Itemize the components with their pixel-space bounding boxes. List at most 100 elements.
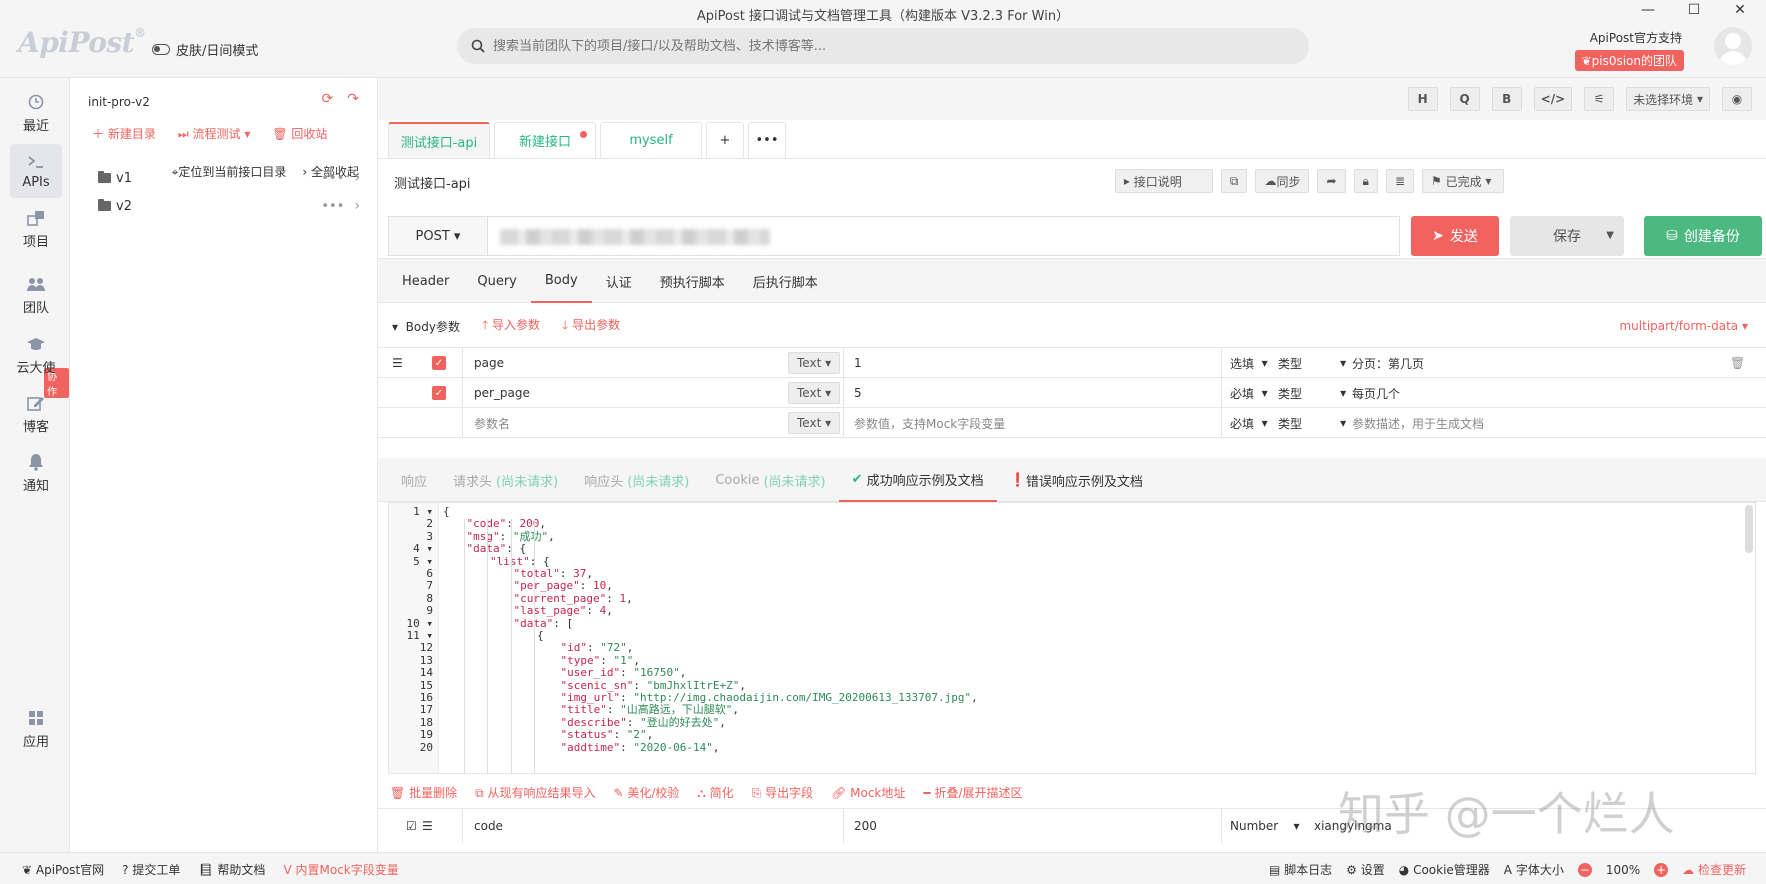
- tab-query[interactable]: Query: [463, 259, 531, 303]
- import-from-result-button[interactable]: ⧉ 从现有响应结果导入: [475, 784, 595, 801]
- import-params-button[interactable]: 🡑 导入参数: [482, 316, 540, 337]
- environment-select[interactable]: 未选择环境 ▾: [1626, 87, 1710, 111]
- global-search[interactable]: [457, 28, 1309, 64]
- simplify-button[interactable]: ⛬ 简化: [697, 784, 733, 801]
- param-desc[interactable]: 参数描述，用于生成文档: [1352, 408, 1484, 438]
- minimize-button[interactable]: —: [1636, 2, 1660, 18]
- param-desc[interactable]: 每页几个: [1352, 378, 1400, 408]
- row-checkbox[interactable]: ☑: [406, 809, 417, 843]
- share-icon[interactable]: ➦: [1317, 169, 1346, 193]
- apipost-site-link[interactable]: ❦ ApiPost官网: [22, 861, 104, 878]
- field-type-select[interactable]: 类型 ▾: [1278, 408, 1346, 438]
- tab-error-example[interactable]: ❗ 错误响应示例及文档: [997, 458, 1156, 502]
- nav-notify[interactable]: 通知: [10, 446, 62, 500]
- cookie-manager-button[interactable]: ◕ Cookie管理器: [1399, 861, 1490, 878]
- tab-success-example[interactable]: ✔ 成功响应示例及文档: [838, 458, 997, 502]
- row-checkbox[interactable]: ✓: [432, 348, 446, 378]
- code-editor[interactable]: 1 ▾ 2 3 4 ▾ 5 ▾ 6 7 8 9 10 ▾ 11 ▾ 12 13 14 15…: [388, 502, 1756, 774]
- tab-pre-script[interactable]: 预执行脚本: [646, 259, 739, 303]
- code-button[interactable]: </>: [1533, 87, 1573, 111]
- backup-button[interactable]: ⛁ 创建备份: [1644, 216, 1762, 256]
- folder-v2[interactable]: v2 ••• ›: [98, 198, 360, 214]
- sliders-icon[interactable]: ⚟: [1584, 87, 1615, 111]
- lock-icon[interactable]: 🔒︎: [1353, 169, 1378, 193]
- flow-test-button[interactable]: ⏭ 流程测试 ▾: [178, 125, 251, 142]
- tab-post-script[interactable]: 后执行脚本: [739, 259, 832, 303]
- nav-blog[interactable]: 博客: [10, 387, 62, 441]
- trash-icon[interactable]: 🗑: [1730, 348, 1745, 378]
- help-docs-link[interactable]: 📘︎ 帮助文档: [198, 861, 265, 878]
- required-select[interactable]: 必填 ▾: [1230, 408, 1268, 438]
- submit-ticket-link[interactable]: ? 提交工单: [122, 861, 180, 878]
- mock-vars-link[interactable]: V 内置Mock字段变量: [283, 861, 398, 878]
- content-type-select[interactable]: multipart/form-data ▾: [1619, 319, 1748, 333]
- bold-button[interactable]: B: [1491, 87, 1522, 111]
- refresh-icon[interactable]: ⟳: [322, 91, 334, 107]
- tab-header[interactable]: Header: [388, 259, 463, 303]
- folder-v1[interactable]: v1 ••• ›: [98, 170, 360, 186]
- beautify-button[interactable]: ✎ 美化/校验: [613, 784, 679, 801]
- param-type-select[interactable]: Text ▾: [788, 352, 841, 374]
- field-type-select[interactable]: Number ▾: [1230, 809, 1300, 843]
- more-icon[interactable]: •••: [321, 199, 344, 214]
- nav-ambassador[interactable]: 云大使: [10, 328, 62, 382]
- settings-button[interactable]: ⚙ 设置: [1346, 861, 1385, 878]
- team-badge[interactable]: ❦pis0sion的团队: [1574, 50, 1684, 71]
- field-name[interactable]: code: [474, 809, 503, 843]
- maximize-button[interactable]: ☐: [1682, 2, 1706, 18]
- copy-icon[interactable]: ⧉: [1220, 169, 1248, 193]
- field-type-select[interactable]: 类型 ▾: [1278, 378, 1346, 408]
- database-icon[interactable]: ≣: [1385, 169, 1414, 193]
- zoom-in-button[interactable]: +: [1654, 862, 1669, 877]
- official-support-link[interactable]: ApiPost官方支持: [1590, 29, 1682, 46]
- tab-response[interactable]: 响应: [388, 458, 440, 502]
- tab-response-headers[interactable]: 响应头 (尚未请求): [571, 458, 702, 502]
- nav-team[interactable]: 团队: [10, 268, 62, 322]
- chevron-down-icon[interactable]: ▼: [1606, 230, 1614, 241]
- row-checkbox[interactable]: ✓: [432, 378, 446, 408]
- nav-apps[interactable]: 应用: [10, 702, 62, 756]
- script-log-button[interactable]: ▤ 脚本日志: [1269, 861, 1332, 878]
- param-desc[interactable]: 分页：第几页: [1352, 348, 1424, 378]
- param-name[interactable]: page: [474, 348, 504, 378]
- param-type-select[interactable]: Text ▾: [788, 382, 841, 404]
- tab-request-headers[interactable]: 请求头 (尚未请求): [440, 458, 571, 502]
- param-name[interactable]: per_page: [474, 378, 530, 408]
- check-update-button[interactable]: ☁ 检查更新: [1682, 861, 1746, 878]
- api-desc-button[interactable]: ▸ 接口说明: [1114, 169, 1213, 193]
- tab-test-api[interactable]: 测试接口-api: [388, 122, 490, 158]
- avatar[interactable]: [1714, 27, 1752, 65]
- search-input[interactable]: [493, 38, 1309, 54]
- required-select[interactable]: 选填 ▾: [1230, 348, 1268, 378]
- required-select[interactable]: 必填 ▾: [1230, 378, 1268, 408]
- nav-apis[interactable]: APIs: [10, 144, 62, 198]
- param-value[interactable]: 1: [854, 348, 862, 378]
- nav-recent[interactable]: 最近: [10, 86, 62, 140]
- zoom-out-button[interactable]: −: [1577, 862, 1592, 877]
- send-button[interactable]: ➤ 发送: [1411, 216, 1499, 256]
- save-button[interactable]: 保存 ▼: [1510, 216, 1624, 256]
- scrollbar[interactable]: [1745, 505, 1753, 553]
- url-input[interactable]: [488, 216, 1400, 256]
- param-value[interactable]: 5: [854, 378, 862, 408]
- close-button[interactable]: ✕: [1728, 2, 1752, 18]
- field-type-select[interactable]: 类型 ▾: [1278, 348, 1346, 378]
- quote-button[interactable]: Q: [1449, 87, 1480, 111]
- theme-toggle[interactable]: 皮肤/日间模式: [152, 40, 258, 59]
- chevron-right-icon[interactable]: ›: [354, 198, 360, 214]
- eye-icon[interactable]: ◉: [1722, 87, 1752, 111]
- chevron-right-icon[interactable]: ›: [354, 170, 360, 186]
- body-params-toggle[interactable]: ▾ Body参数: [392, 318, 460, 335]
- recycle-button[interactable]: 🗑 回收站: [272, 125, 327, 142]
- toggle-desc-button[interactable]: ━ 折叠/展开描述区: [923, 784, 1022, 801]
- add-tab-button[interactable]: +: [706, 122, 744, 158]
- export-fields-button[interactable]: ⎘ 导出字段: [752, 784, 813, 801]
- tab-body[interactable]: Body: [530, 259, 592, 303]
- sync-button[interactable]: ☁ 同步: [1255, 169, 1310, 193]
- new-dir-button[interactable]: ＋ 新建目录: [92, 125, 156, 142]
- heading-button[interactable]: H: [1407, 87, 1438, 111]
- nav-project[interactable]: 项目: [10, 202, 62, 256]
- param-name[interactable]: 参数名: [474, 408, 510, 438]
- more-icon[interactable]: •••: [321, 171, 344, 186]
- param-type-select[interactable]: Text ▾: [788, 412, 841, 434]
